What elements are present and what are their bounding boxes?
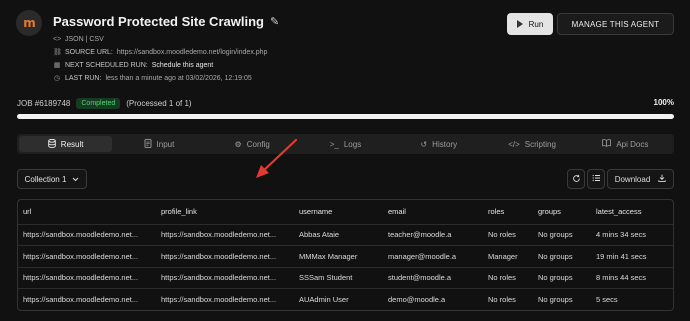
- table-header-row: url profile_link username email roles gr…: [18, 200, 673, 224]
- cell-roles: No roles: [483, 266, 533, 289]
- column-header-groups[interactable]: groups: [533, 200, 591, 224]
- table-row: https://sandbox.moodledemo.net... https:…: [18, 245, 673, 267]
- refresh-icon: [572, 174, 581, 185]
- cell-username: AUAdmin User: [294, 288, 383, 310]
- column-header-roles[interactable]: roles: [483, 200, 533, 224]
- cell-email: student@moodle.a: [383, 266, 483, 289]
- cell-latest-access: 8 mins 44 secs: [591, 266, 673, 289]
- column-header-email[interactable]: email: [383, 200, 483, 224]
- cell-profile-link[interactable]: https://sandbox.moodledemo.net...: [156, 223, 294, 246]
- collection-select-value: Collection 1: [24, 174, 67, 184]
- download-icon: [658, 174, 666, 184]
- cell-url[interactable]: https://sandbox.moodledemo.net...: [18, 223, 156, 246]
- download-label: Download: [614, 174, 651, 184]
- cell-url[interactable]: https://sandbox.moodledemo.net...: [18, 266, 156, 289]
- table-row: https://sandbox.moodledemo.net... https:…: [18, 288, 673, 310]
- refresh-button[interactable]: [567, 169, 585, 189]
- cell-latest-access: 19 min 41 secs: [591, 245, 673, 267]
- results-table: url profile_link username email roles gr…: [17, 199, 674, 311]
- cell-url[interactable]: https://sandbox.moodledemo.net...: [18, 245, 156, 267]
- cell-profile-link[interactable]: https://sandbox.moodledemo.net...: [156, 266, 294, 289]
- cell-profile-link[interactable]: https://sandbox.moodledemo.net...: [156, 288, 294, 310]
- cell-groups: No groups: [533, 288, 591, 310]
- table-row: https://sandbox.moodledemo.net... https:…: [18, 266, 673, 289]
- cell-username: SSSam Student: [294, 266, 383, 289]
- cell-latest-access: 4 mins 34 secs: [591, 223, 673, 246]
- cell-url[interactable]: https://sandbox.moodledemo.net...: [18, 288, 156, 310]
- view-list-button[interactable]: [587, 169, 605, 189]
- cell-roles: No roles: [483, 223, 533, 246]
- column-header-latest-access[interactable]: latest_access: [591, 200, 673, 224]
- column-header-url[interactable]: url: [18, 200, 156, 224]
- cell-username: MMMax Manager: [294, 245, 383, 267]
- cell-email: teacher@moodle.a: [383, 223, 483, 246]
- cell-email: demo@moodle.a: [383, 288, 483, 310]
- cell-roles: No roles: [483, 288, 533, 310]
- cell-groups: No groups: [533, 266, 591, 289]
- download-button[interactable]: Download: [607, 169, 674, 189]
- cell-profile-link[interactable]: https://sandbox.moodledemo.net...: [156, 245, 294, 267]
- column-header-profile-link[interactable]: profile_link: [156, 200, 294, 224]
- collection-select[interactable]: Collection 1: [17, 169, 87, 189]
- cell-latest-access: 5 secs: [591, 288, 673, 310]
- cell-groups: No groups: [533, 223, 591, 246]
- chevron-down-icon: [72, 175, 79, 184]
- list-icon: [592, 174, 601, 184]
- column-header-username[interactable]: username: [294, 200, 383, 224]
- cell-roles: Manager: [483, 245, 533, 267]
- table-row: https://sandbox.moodledemo.net... https:…: [18, 223, 673, 246]
- cell-groups: No groups: [533, 245, 591, 267]
- cell-email: manager@moodle.a: [383, 245, 483, 267]
- cell-username: Abbas Ataie: [294, 223, 383, 246]
